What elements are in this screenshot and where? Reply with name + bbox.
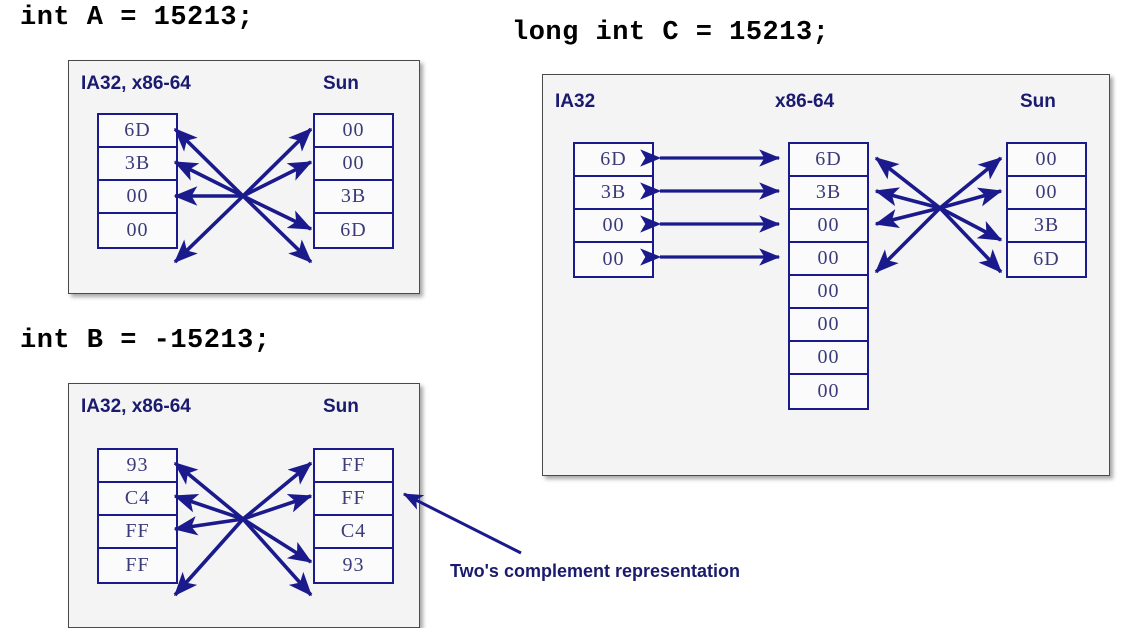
panel-c-column-ia32: 6D 3B 00 00 bbox=[573, 142, 654, 278]
byte-cell: FF bbox=[315, 483, 392, 516]
panel-c-label-ia32: IA32 bbox=[555, 91, 596, 112]
byte-cell: 6D bbox=[790, 144, 867, 177]
byte-cell: 6D bbox=[575, 144, 652, 177]
panel-c-label-x8664: x86-64 bbox=[775, 91, 835, 112]
byte-cell: 6D bbox=[1008, 243, 1085, 276]
byte-cell: 00 bbox=[1008, 144, 1085, 177]
byte-cell: 00 bbox=[315, 115, 392, 148]
byte-cell: 93 bbox=[315, 549, 392, 582]
caption-long-int-c: long int C = 15213; bbox=[512, 18, 830, 48]
byte-cell: 00 bbox=[315, 148, 392, 181]
byte-cell: 6D bbox=[99, 115, 176, 148]
byte-cell: 3B bbox=[315, 181, 392, 214]
byte-cell: 00 bbox=[790, 243, 867, 276]
byte-cell: 00 bbox=[790, 375, 867, 408]
panel-a-column-sun: 00 00 3B 6D bbox=[313, 113, 394, 249]
byte-cell: FF bbox=[315, 450, 392, 483]
slide-canvas: int A = 15213; int B = -15213; long int … bbox=[0, 0, 1128, 628]
byte-cell: 00 bbox=[790, 276, 867, 309]
byte-cell: 00 bbox=[790, 342, 867, 375]
byte-cell: 00 bbox=[1008, 177, 1085, 210]
byte-cell: 00 bbox=[99, 181, 176, 214]
byte-cell: 00 bbox=[99, 214, 176, 247]
panel-b-label-ia32-x8664: IA32, x86-64 bbox=[81, 396, 191, 417]
byte-cell: FF bbox=[99, 549, 176, 582]
panel-a-column-ia32: 6D 3B 00 00 bbox=[97, 113, 178, 249]
byte-cell: C4 bbox=[99, 483, 176, 516]
panel-c-column-sun: 00 00 3B 6D bbox=[1006, 142, 1087, 278]
annotation-twos-complement: Two's complement representation bbox=[450, 561, 741, 581]
byte-cell: 3B bbox=[575, 177, 652, 210]
byte-cell: 3B bbox=[1008, 210, 1085, 243]
byte-cell: FF bbox=[99, 516, 176, 549]
byte-cell: 3B bbox=[790, 177, 867, 210]
byte-cell: 6D bbox=[315, 214, 392, 247]
panel-int-a: IA32, x86-64 Sun 6D 3B 00 00 00 00 3B 6D bbox=[68, 60, 420, 294]
byte-cell: 93 bbox=[99, 450, 176, 483]
panel-b-label-sun: Sun bbox=[323, 396, 359, 417]
caption-int-a: int A = 15213; bbox=[20, 3, 254, 33]
panel-a-label-sun: Sun bbox=[323, 73, 359, 94]
panel-c-column-x8664: 6D 3B 00 00 00 00 00 00 bbox=[788, 142, 869, 410]
panel-b-column-sun: FF FF C4 93 bbox=[313, 448, 394, 584]
byte-cell: 00 bbox=[790, 309, 867, 342]
byte-cell: 00 bbox=[575, 243, 652, 276]
caption-int-b: int B = -15213; bbox=[20, 326, 271, 356]
byte-cell: C4 bbox=[315, 516, 392, 549]
panel-int-b: IA32, x86-64 Sun 93 C4 FF FF FF FF C4 93 bbox=[68, 383, 420, 628]
panel-long-int-c: IA32 x86-64 Sun 6D 3B 00 00 6D 3B 00 00 … bbox=[542, 74, 1110, 476]
byte-cell: 3B bbox=[99, 148, 176, 181]
panel-a-label-ia32-x8664: IA32, x86-64 bbox=[81, 73, 191, 94]
panel-c-label-sun: Sun bbox=[1020, 91, 1056, 112]
byte-cell: 00 bbox=[575, 210, 652, 243]
byte-cell: 00 bbox=[790, 210, 867, 243]
annotation-pointer-arrow bbox=[402, 492, 522, 555]
panel-b-column-ia32: 93 C4 FF FF bbox=[97, 448, 178, 584]
